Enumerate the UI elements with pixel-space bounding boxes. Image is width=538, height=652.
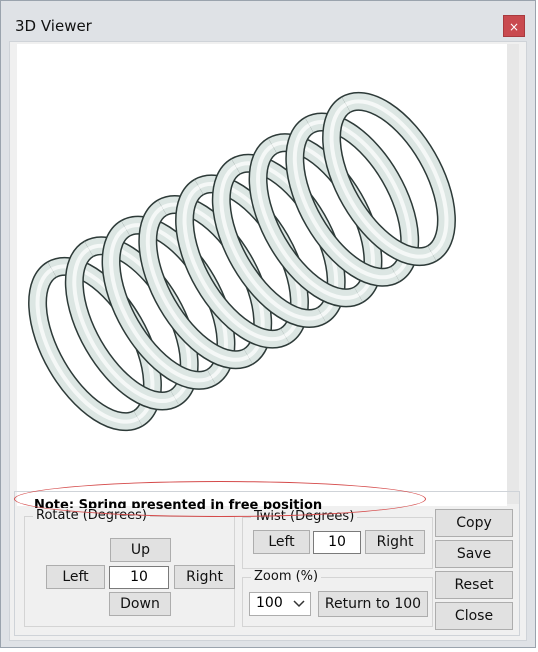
rotate-down-button[interactable]: Down (109, 592, 171, 616)
save-button[interactable]: Save (435, 540, 513, 568)
rotate-degrees-input[interactable]: 10 (109, 566, 169, 589)
rotate-right-button[interactable]: Right (174, 565, 235, 589)
reset-button[interactable]: Reset (435, 571, 513, 599)
zoom-select[interactable]: 100 (249, 592, 311, 616)
rotate-group: Rotate (Degrees) Up Left 10 Right Down (24, 508, 235, 627)
window-title: 3D Viewer (15, 17, 92, 35)
zoom-selected-value: 100 (256, 595, 283, 611)
rotate-up-button[interactable]: Up (110, 538, 171, 562)
twist-right-button[interactable]: Right (365, 530, 425, 554)
spring-model (28, 91, 456, 432)
viewport-edge (507, 44, 519, 504)
window-close-button[interactable]: × (503, 15, 525, 37)
twist-left-button[interactable]: Left (253, 530, 310, 554)
client-area: Note: Spring presented in free position … (9, 41, 527, 641)
zoom-group: Zoom (%) 100 Return to 100 (242, 569, 433, 627)
annotation-ellipse (14, 481, 426, 517)
title-bar: 3D Viewer × (1, 1, 535, 41)
twist-degrees-input[interactable]: 10 (313, 531, 361, 554)
3d-viewport[interactable] (17, 44, 507, 506)
zoom-reset-button[interactable]: Return to 100 (318, 591, 428, 617)
zoom-legend: Zoom (%) (251, 569, 322, 584)
rotate-left-button[interactable]: Left (46, 565, 105, 589)
viewer-window: 3D Viewer × Note: Spring presented in fr… (0, 0, 536, 648)
copy-button[interactable]: Copy (435, 509, 513, 537)
chevron-down-icon (293, 600, 305, 608)
twist-group: Twist (Degrees) Left 10 Right (242, 509, 433, 569)
close-icon: × (508, 20, 520, 34)
close-button[interactable]: Close (435, 602, 513, 630)
